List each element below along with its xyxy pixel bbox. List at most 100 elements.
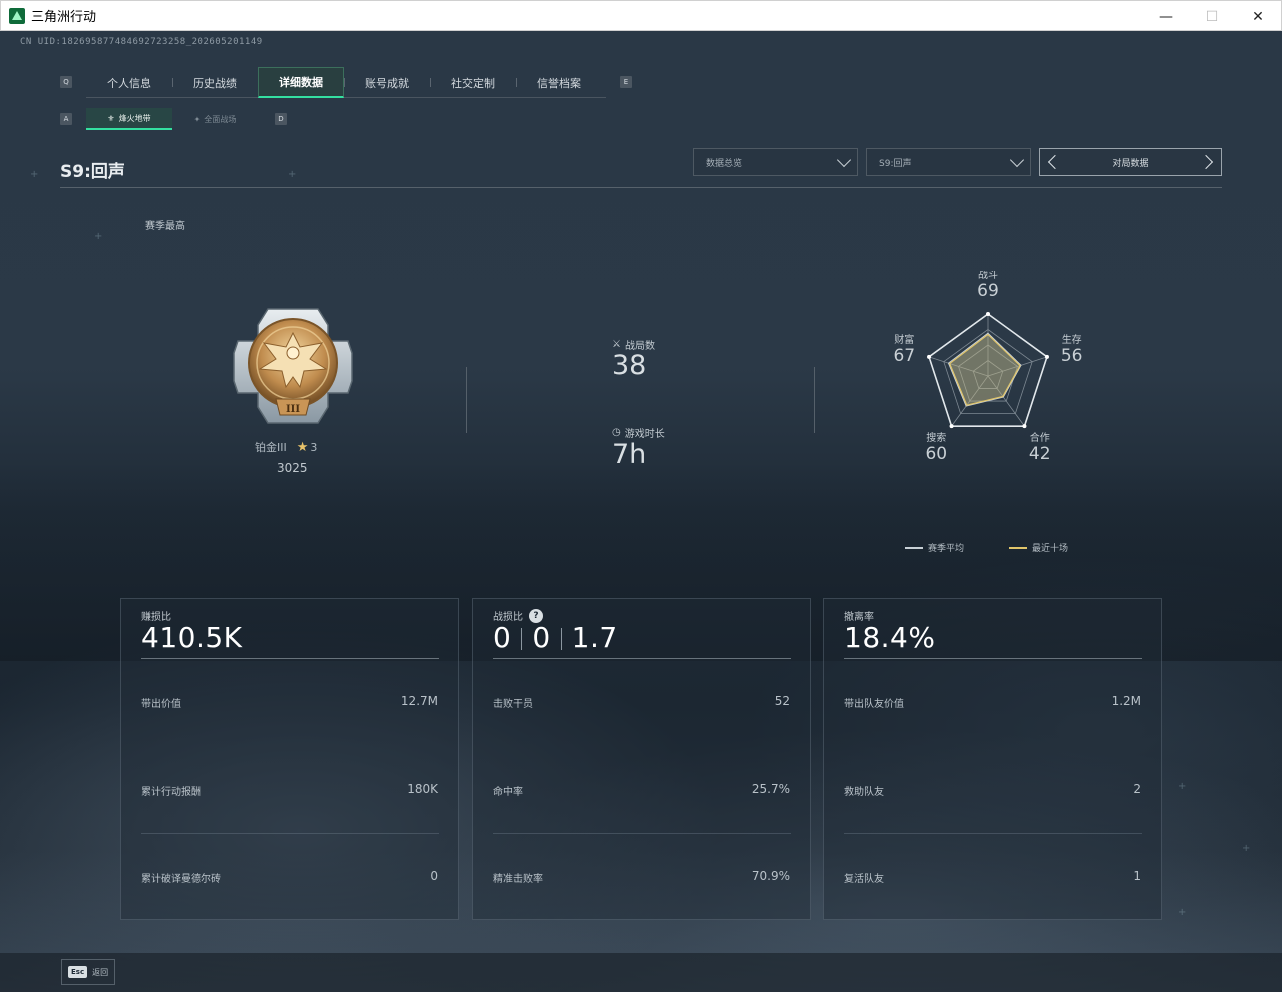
window-titlebar: 三角洲行动 — ☐ ✕ <box>0 0 1282 31</box>
legend-season-label: 赛季平均 <box>928 544 965 554</box>
profit-panel: 赚损比 410.5K 带出价值 12.7M 累计行动报酬 180K 累计破译曼德… <box>120 598 459 920</box>
game-screen: CN UID:182695877484692723258_20260520114… <box>0 31 1282 992</box>
rank-medal-icon: III <box>233 308 353 424</box>
crosshair-decor-icon: + <box>1242 843 1251 854</box>
tab-credit-record[interactable]: 信誉档案 <box>516 67 602 98</box>
kd-ratio-values: 0 0 1.7 <box>493 621 618 654</box>
season-best-label: 赛季最高 <box>145 221 185 232</box>
tab-next-key[interactable]: E <box>620 76 632 88</box>
close-icon[interactable]: ✕ <box>1235 1 1281 32</box>
radar-vertex <box>1044 354 1049 359</box>
svg-text:III: III <box>286 404 300 415</box>
combat-panel: 战损比 ? 0 0 1.7 击败干员 52 命中率 25.7% 精准击败率 70.9… <box>472 598 811 920</box>
tab-match-history[interactable]: 历史战绩 <box>172 67 258 98</box>
view-dropdown[interactable]: 数据总览 <box>693 148 858 176</box>
tab-detailed-data[interactable]: 详细数据 <box>258 67 344 98</box>
rank-score: 3025 <box>277 461 308 475</box>
tab-social-custom[interactable]: 社交定制 <box>430 67 516 98</box>
kd-separator <box>521 628 523 650</box>
matches-value: 38 <box>612 350 647 381</box>
chevron-down-icon <box>836 152 852 168</box>
subtab-next-key[interactable]: D <box>275 113 287 125</box>
kills-value: 52 <box>774 694 790 708</box>
legend-recent-ten: 最近十场 <box>1009 541 1068 554</box>
playtime-value: 7h <box>612 439 647 470</box>
rescue-label: 救助队友 <box>844 787 884 798</box>
action-reward-value: 180K <box>407 782 438 796</box>
app-logo-icon <box>9 7 25 24</box>
radar-vertex <box>986 312 990 316</box>
tab-achievements[interactable]: 账号成就 <box>344 67 430 98</box>
player-uid: CN UID:182695877484692723258_20260520114… <box>20 37 263 47</box>
revive-value: 1 <box>1133 869 1141 883</box>
radar-axis-label: 合作 <box>1030 431 1050 444</box>
subtab-prev-key[interactable]: A <box>60 113 72 125</box>
mandel-brick-label: 累计破译曼德尔砖 <box>141 874 221 885</box>
precision-kill-label: 精准击败率 <box>493 874 543 885</box>
subtab-label: 全面战场 <box>204 114 237 124</box>
maximize-icon[interactable]: ☐ <box>1189 1 1235 32</box>
crosshair-decor-icon: + <box>94 231 103 242</box>
radar-axis-value: 56 <box>1061 346 1083 366</box>
mandel-brick-value: 0 <box>430 869 438 883</box>
back-button[interactable]: Esc 返回 <box>61 959 115 985</box>
ability-radar-chart: 战斗69 生存56 合作42 搜索60 财富67 <box>893 271 1083 464</box>
section-divider <box>466 367 467 433</box>
radar-axis-label: 财富 <box>894 333 914 346</box>
sub-tab-bar: ⚜ 烽火地带 ✦ 全面战场 <box>86 108 258 130</box>
tab-personal-info[interactable]: 个人信息 <box>86 67 172 98</box>
revive-label: 复活队友 <box>844 874 884 885</box>
view-dropdown-value: 数据总览 <box>706 158 743 169</box>
playtime-label: ◷ 游戏时长 <box>612 425 665 440</box>
rescue-value: 2 <box>1133 782 1141 796</box>
radar-axis-label: 生存 <box>1062 333 1082 346</box>
main-tab-bar: 个人信息 历史战绩 详细数据 账号成就 社交定制 信誉档案 <box>86 67 606 98</box>
crosshair-decor-icon: + <box>1178 907 1187 918</box>
kd-separator <box>560 628 562 650</box>
radar-vertex <box>949 424 954 429</box>
season-dropdown[interactable]: S9:回声 <box>866 148 1031 176</box>
clock-icon: ◷ <box>612 427 621 438</box>
hit-rate-value: 25.7% <box>751 782 790 796</box>
hit-rate-label: 命中率 <box>493 787 523 798</box>
season-dropdown-value: S9:回声 <box>879 158 912 169</box>
radar-axis-value: 42 <box>1029 444 1051 464</box>
rank-info: 铂金III ★ 3 <box>255 439 317 455</box>
subtab-fire-zone[interactable]: ⚜ 烽火地带 <box>86 108 172 130</box>
kd-value: 0 <box>532 621 551 654</box>
precision-kill-value: 70.9% <box>751 869 790 883</box>
window-title: 三角洲行动 <box>31 10 97 25</box>
radar-axis-label: 搜索 <box>926 431 946 444</box>
teammate-value-label: 带出队友价值 <box>844 699 904 710</box>
legend-season-average: 赛季平均 <box>905 541 964 554</box>
extracted-value: 12.7M <box>400 694 438 708</box>
profit-ratio-value: 410.5K <box>141 621 243 654</box>
kills-label: 击败干员 <box>493 699 533 710</box>
chevron-left-icon[interactable] <box>1047 154 1063 170</box>
esc-key: Esc <box>68 966 88 978</box>
playtime-label-text: 游戏时长 <box>624 429 665 440</box>
panel-divider <box>141 658 439 659</box>
panel-divider <box>844 658 1142 659</box>
subtab-battlefield[interactable]: ✦ 全面战场 <box>172 108 258 130</box>
kd-value: 1.7 <box>571 621 618 654</box>
panel-divider <box>141 833 439 834</box>
window-controls: — ☐ ✕ <box>1143 1 1281 32</box>
minimize-icon[interactable]: — <box>1143 1 1189 32</box>
chevron-right-icon[interactable] <box>1198 154 1214 170</box>
legend-line <box>1009 546 1027 549</box>
legend-recent-label: 最近十场 <box>1032 544 1069 554</box>
radar-axis-value: 67 <box>893 346 915 366</box>
radar-season-average <box>947 332 1022 407</box>
tab-prev-key[interactable]: Q <box>60 76 72 88</box>
radar-axis-value: 60 <box>925 444 947 464</box>
panel-divider <box>844 833 1142 834</box>
extraction-panel: 撤离率 18.4% 带出队友价值 1.2M 救助队友 2 复活队友 1 <box>823 598 1162 920</box>
radar-axis-value: 69 <box>977 281 999 301</box>
radar-vertex <box>927 354 932 359</box>
header-divider <box>60 187 1222 188</box>
subtab-label: 烽火地带 <box>118 113 151 123</box>
rank-stars: 3 <box>310 440 318 454</box>
crosshair-decor-icon: + <box>1178 781 1187 792</box>
panel-divider <box>493 833 791 834</box>
